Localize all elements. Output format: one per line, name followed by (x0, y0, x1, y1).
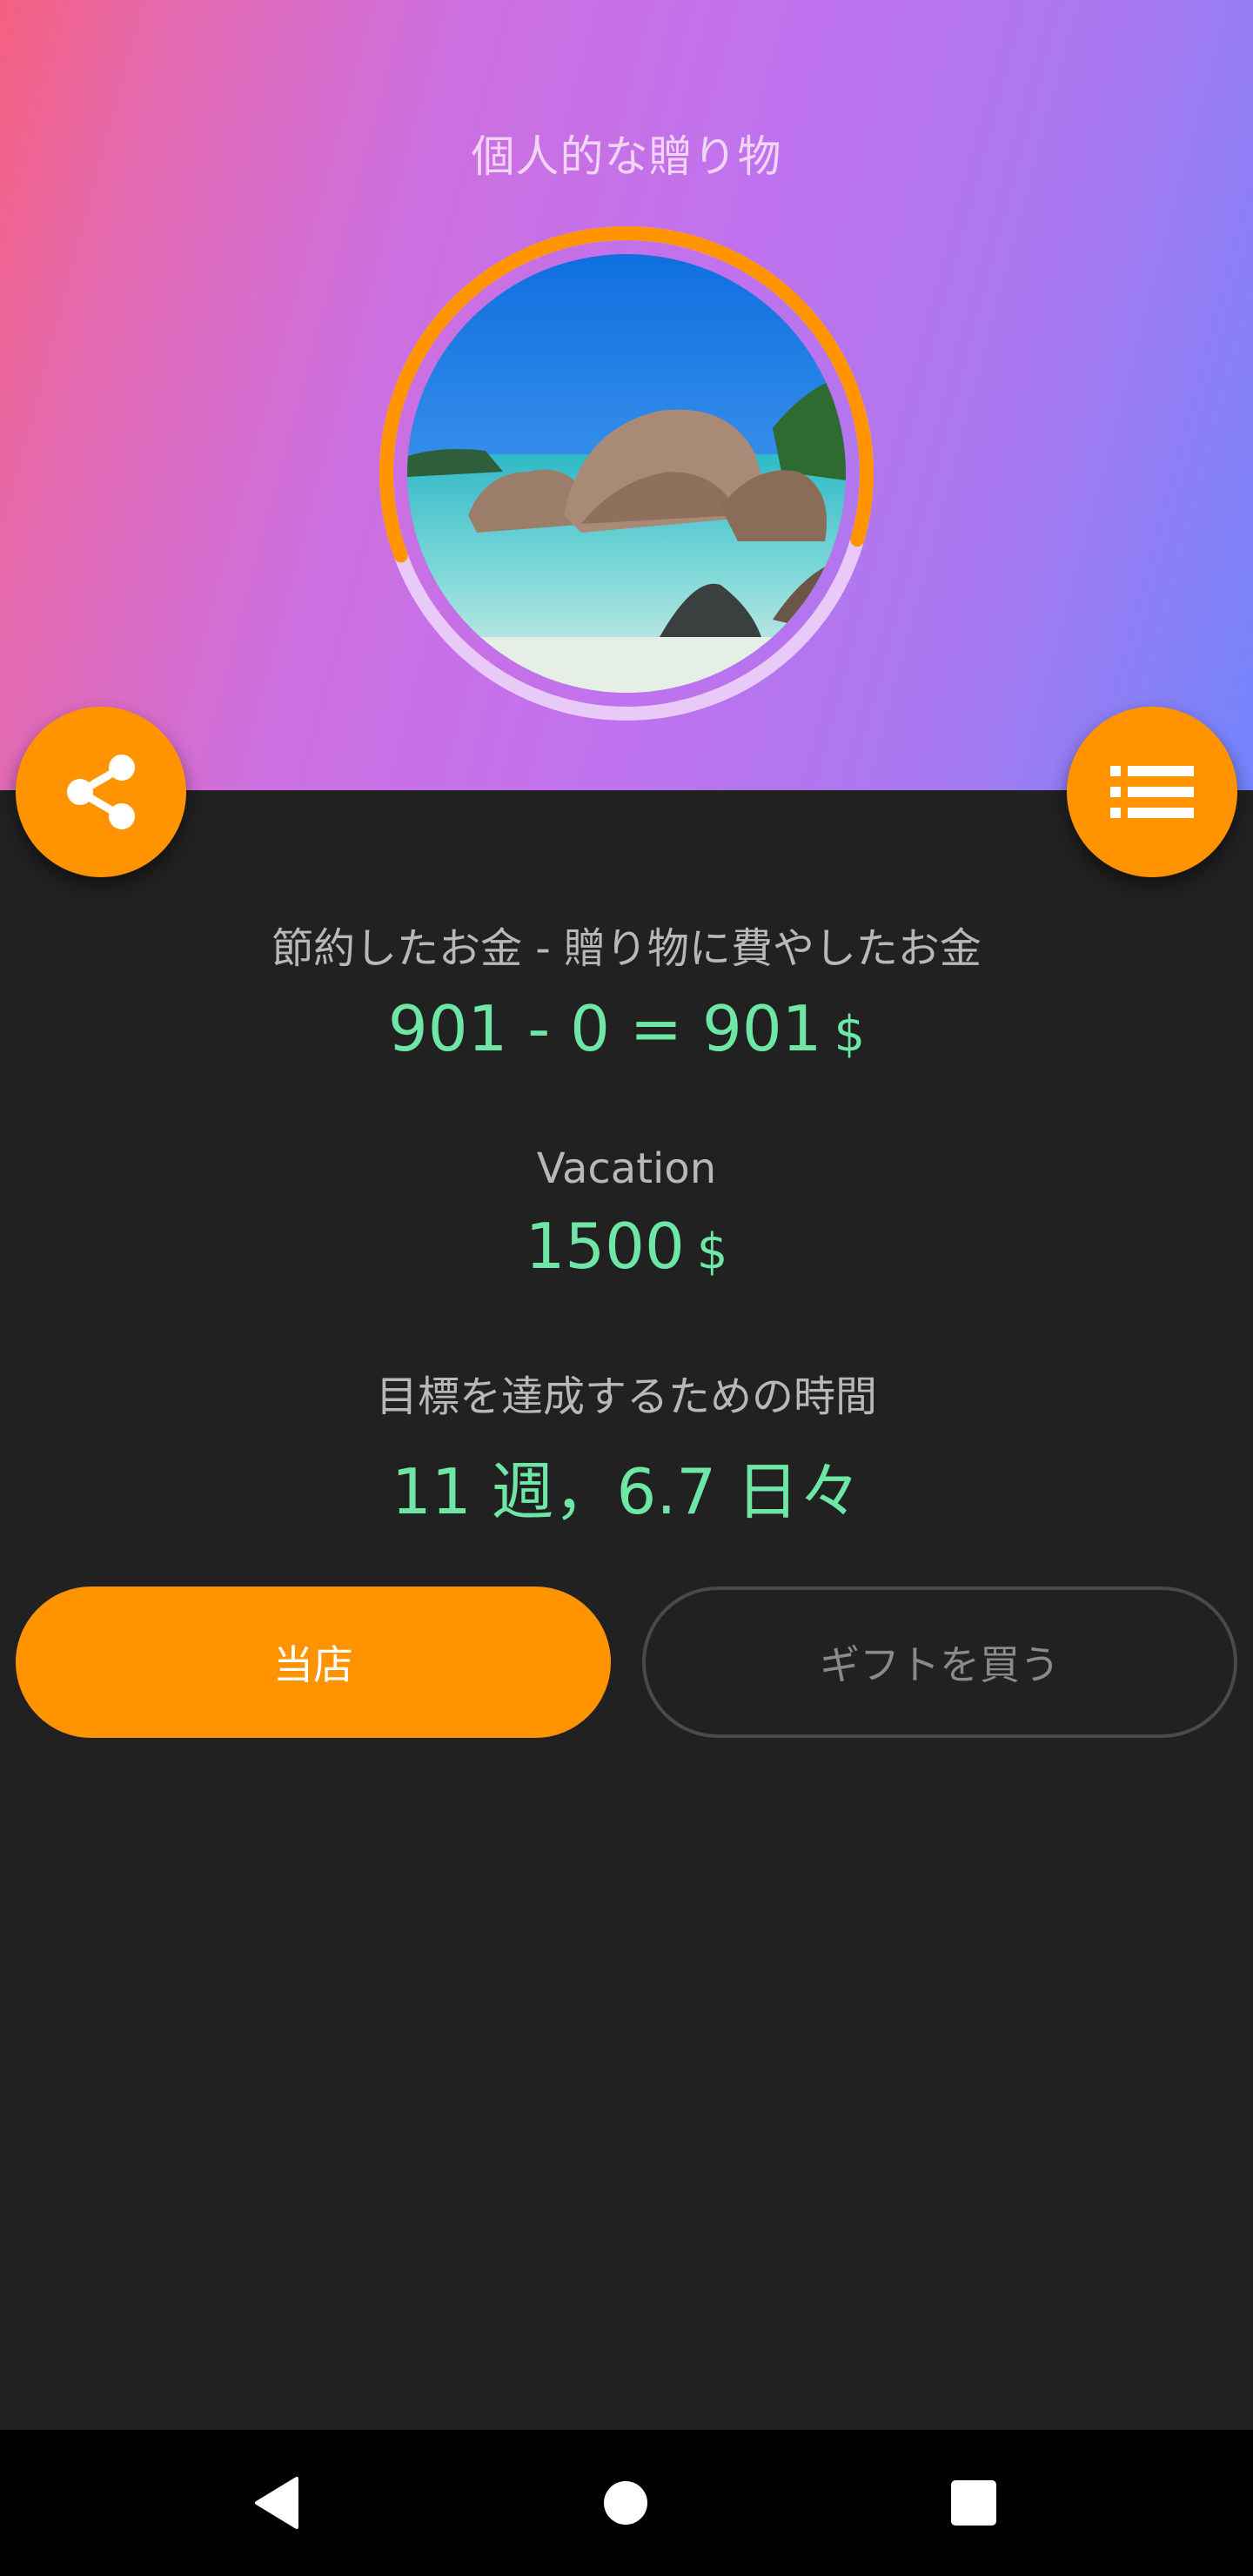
buy-gift-button[interactable]: ギフトを買う (642, 1587, 1237, 1738)
nav-back-button[interactable] (246, 2472, 309, 2534)
nav-recents-button[interactable] (942, 2472, 1005, 2534)
goal-image (407, 254, 846, 693)
goal-value: 1500 $ (0, 1210, 1253, 1283)
recents-icon (951, 2480, 996, 2526)
share-button[interactable] (16, 707, 186, 877)
goal-name: Vacation (536, 1144, 717, 1193)
list-button[interactable] (1067, 707, 1237, 877)
goal-currency: $ (696, 1224, 728, 1280)
shop-button[interactable]: 当店 (16, 1587, 611, 1738)
list-icon (1110, 766, 1194, 818)
time-value: 11 週，6.7 日々 (392, 1455, 861, 1528)
savings-value: 901 - 0 = 901 $ (0, 992, 1253, 1065)
back-icon (255, 2477, 298, 2529)
time-label: 目標を達成するための時間 (375, 1372, 877, 1421)
app-screen: 個人的な贈り物 節約したお金 - 贈り物に費やしたお金 901 - 0 = 90… (0, 0, 1253, 2576)
savings-currency: $ (834, 1006, 866, 1063)
nav-home-button[interactable] (594, 2472, 657, 2534)
page-title: 個人的な贈り物 (471, 131, 782, 182)
savings-expression: 901 - 0 = 901 (387, 992, 822, 1065)
goal-amount: 1500 (525, 1210, 685, 1283)
savings-label: 節約したお金 - 贈り物に費やしたお金 (271, 924, 982, 973)
beach-photo-illustration (407, 254, 846, 693)
share-icon (67, 755, 135, 829)
home-icon (604, 2481, 647, 2525)
